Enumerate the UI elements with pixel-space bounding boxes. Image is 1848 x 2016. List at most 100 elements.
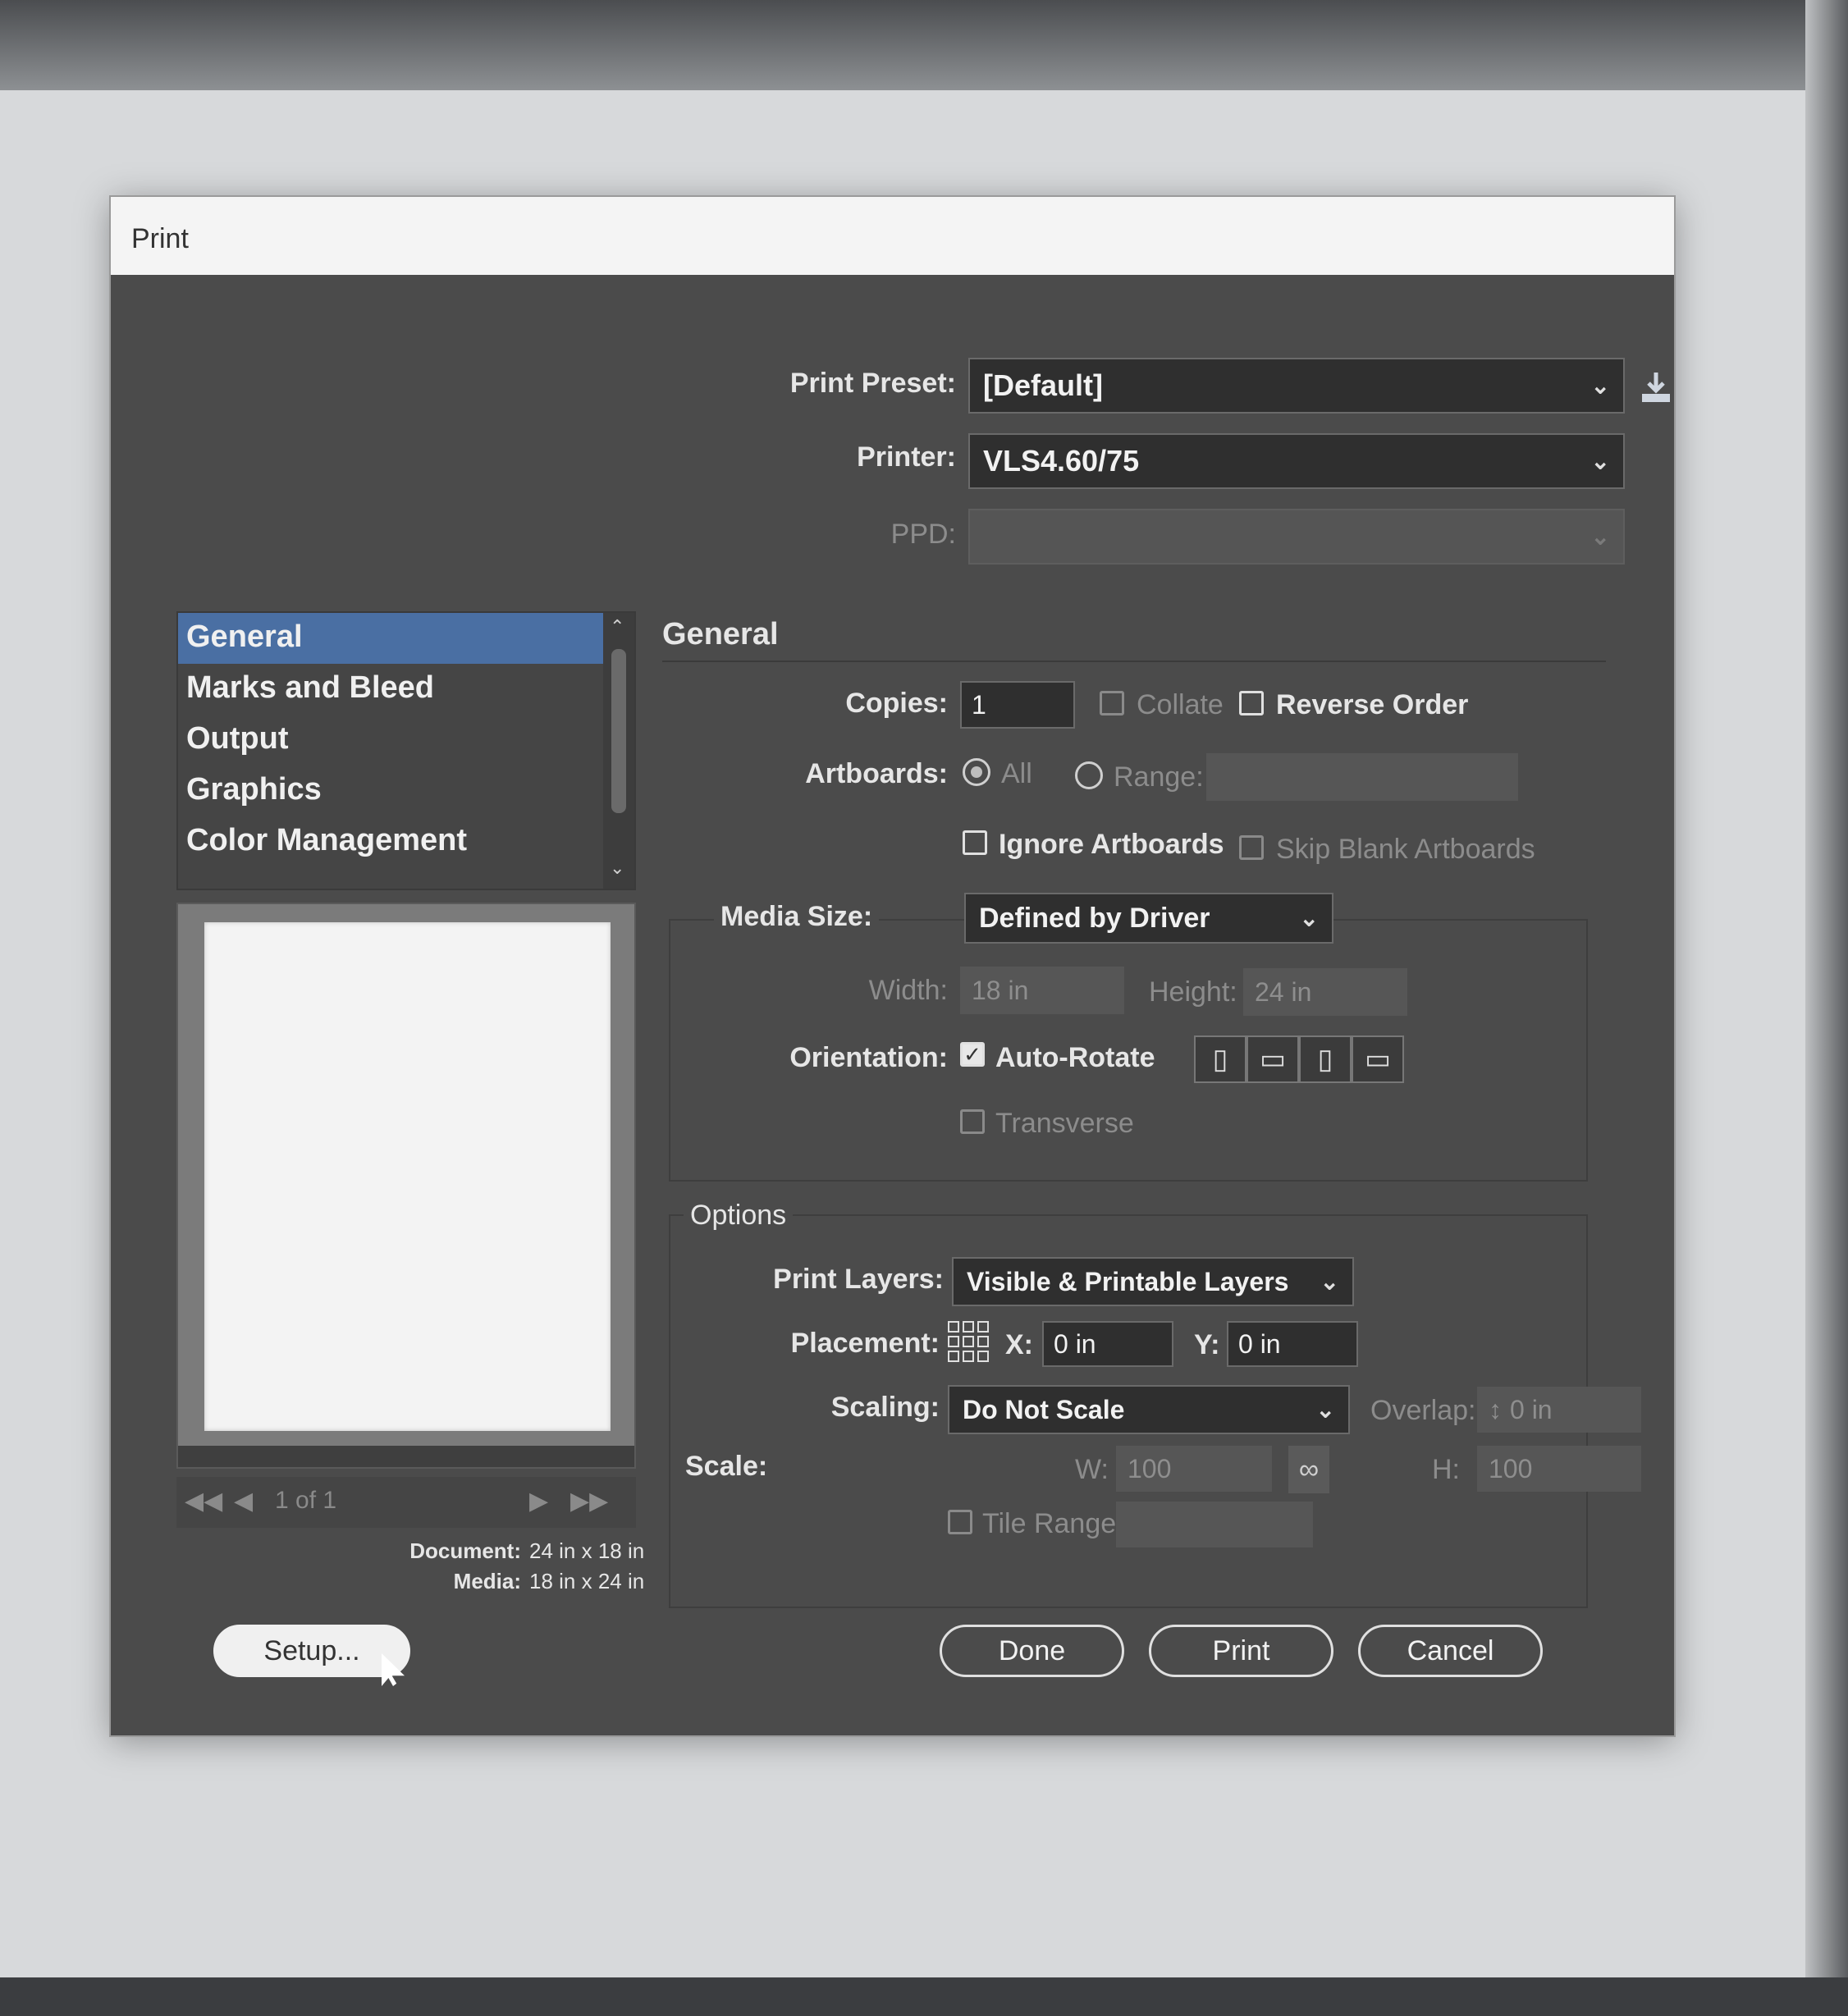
chevron-down-icon[interactable]: ⌄ xyxy=(610,857,624,879)
next-page-icon[interactable]: ▶ xyxy=(529,1487,548,1515)
reverse-order-label: Reverse Order xyxy=(1276,689,1469,720)
collate-checkbox[interactable] xyxy=(1100,691,1124,715)
category-scrollbar[interactable]: ⌃ ⌄ xyxy=(603,613,634,889)
setup-button[interactable]: Setup... xyxy=(213,1625,410,1677)
preview-pager: ◀◀ ◀ 1 of 1 ▶ ▶▶ xyxy=(176,1477,636,1528)
scrollbar-thumb[interactable] xyxy=(611,649,626,813)
scale-h-label: H: xyxy=(1432,1454,1460,1485)
page-indicator: 1 of 1 xyxy=(275,1487,337,1514)
skip-blank-artboards-label: Skip Blank Artboards xyxy=(1276,834,1535,865)
orientation-portrait-icon[interactable]: ▯ xyxy=(1194,1035,1246,1083)
transverse-checkbox[interactable] xyxy=(960,1109,985,1134)
print-button[interactable]: Print xyxy=(1149,1625,1333,1677)
height-input[interactable]: 24 in xyxy=(1243,968,1407,1016)
sidebar-item-graphics[interactable]: Graphics xyxy=(178,766,605,816)
y-label: Y: xyxy=(1194,1329,1220,1360)
print-preset-label: Print Preset: xyxy=(789,368,956,399)
previous-page-icon[interactable]: ◀ xyxy=(234,1487,253,1515)
y-input[interactable]: 0 in xyxy=(1227,1321,1358,1367)
media-size-label: Media Size: xyxy=(714,901,880,933)
copies-input[interactable]: 1 xyxy=(960,681,1075,729)
sidebar-item-general[interactable]: General xyxy=(178,613,605,664)
options-heading: Options xyxy=(684,1200,794,1232)
chevron-down-icon: ⌄ xyxy=(1299,905,1319,931)
chevron-up-icon[interactable]: ⌃ xyxy=(610,616,624,638)
cancel-button[interactable]: Cancel xyxy=(1358,1625,1543,1677)
chevron-down-icon: ⌄ xyxy=(1315,1397,1335,1423)
chevron-down-icon: ⌄ xyxy=(1590,448,1610,474)
height-label: Height: xyxy=(1149,976,1237,1008)
preview-paper[interactable] xyxy=(204,922,611,1431)
media-size-value: Defined by Driver xyxy=(979,902,1210,934)
preview-bezel xyxy=(178,904,634,1446)
ppd-select[interactable]: ⌄ xyxy=(968,509,1625,565)
monitor-bottom-edge xyxy=(0,1977,1848,2016)
collate-label: Collate xyxy=(1137,689,1224,720)
transverse-label: Transverse xyxy=(995,1108,1134,1139)
x-input[interactable]: 0 in xyxy=(1042,1321,1173,1367)
media-size-info-value: 18 in x 24 in xyxy=(529,1569,645,1593)
overlap-value: 0 in xyxy=(1510,1394,1553,1424)
orientation-flipped-landscape-icon[interactable]: ▭ xyxy=(1352,1035,1404,1083)
width-input[interactable]: 18 in xyxy=(960,967,1124,1014)
printer-select[interactable]: VLS4.60/75 ⌄ xyxy=(968,433,1625,489)
reverse-order-checkbox[interactable] xyxy=(1239,691,1264,715)
link-icon[interactable]: ∞ xyxy=(1288,1446,1329,1493)
scale-label: Scale: xyxy=(685,1451,768,1482)
scale-w-input[interactable]: 100 xyxy=(1116,1446,1272,1492)
artboards-all-radio[interactable] xyxy=(963,758,990,786)
print-layers-label: Print Layers: xyxy=(773,1264,944,1295)
print-dialog: Print Print Preset: [Default] ⌄ Printer:… xyxy=(111,197,1674,1735)
save-preset-icon[interactable] xyxy=(1639,369,1673,405)
tile-range-label: Tile Range: xyxy=(982,1508,1124,1539)
print-preset-value: [Default] xyxy=(983,368,1103,402)
scaling-label: Scaling: xyxy=(830,1392,940,1423)
scale-h-input[interactable]: 100 xyxy=(1477,1446,1641,1492)
placement-grid-icon[interactable] xyxy=(948,1321,989,1362)
stepper-icon[interactable]: ↕ xyxy=(1489,1395,1502,1425)
chevron-down-icon: ⌄ xyxy=(1320,1269,1339,1295)
artboards-range-radio[interactable] xyxy=(1075,761,1103,789)
ignore-artboards-label: Ignore Artboards xyxy=(999,829,1224,860)
sidebar-item-marks-and-bleed[interactable]: Marks and Bleed xyxy=(178,664,605,715)
overlap-label: Overlap: xyxy=(1370,1395,1476,1426)
skip-blank-artboards-checkbox[interactable] xyxy=(1239,835,1264,860)
done-button[interactable]: Done xyxy=(940,1625,1124,1677)
print-preset-select[interactable]: [Default] ⌄ xyxy=(968,358,1625,414)
printer-label: Printer: xyxy=(857,441,956,473)
orientation-flipped-portrait-icon[interactable]: ▯ xyxy=(1299,1035,1352,1083)
monitor-right-edge xyxy=(1805,0,1848,2016)
printer-value: VLS4.60/75 xyxy=(983,444,1140,478)
scaling-select[interactable]: Do Not Scale ⌄ xyxy=(948,1385,1350,1434)
print-preview xyxy=(176,903,636,1469)
auto-rotate-checkbox[interactable]: ✓ xyxy=(960,1042,985,1067)
general-divider xyxy=(662,661,1606,662)
media-size-info-label: Media: xyxy=(453,1569,521,1593)
orientation-landscape-icon[interactable]: ▭ xyxy=(1246,1035,1299,1083)
chevron-down-icon: ⌄ xyxy=(1590,523,1610,550)
media-size-select[interactable]: Defined by Driver ⌄ xyxy=(964,893,1333,944)
general-heading: General xyxy=(662,617,779,651)
last-page-icon[interactable]: ▶▶ xyxy=(570,1487,608,1515)
first-page-icon[interactable]: ◀◀ xyxy=(185,1487,222,1515)
width-label: Width: xyxy=(868,975,948,1006)
sidebar-item-color-management[interactable]: Color Management xyxy=(178,816,605,867)
sidebar-item-output[interactable]: Output xyxy=(178,715,605,766)
dialog-title: Print xyxy=(111,197,1674,275)
artboards-all-label: All xyxy=(1001,758,1032,789)
artboards-label: Artboards: xyxy=(805,758,948,789)
chevron-down-icon: ⌄ xyxy=(1590,373,1610,399)
document-size-value: 24 in x 18 in xyxy=(529,1538,645,1563)
category-list: General Marks and Bleed Output Graphics … xyxy=(176,611,636,890)
placement-label: Placement: xyxy=(790,1328,940,1359)
tile-range-input[interactable] xyxy=(1116,1502,1313,1547)
document-size-label: Document: xyxy=(409,1538,521,1563)
scaling-value: Do Not Scale xyxy=(963,1394,1125,1424)
print-layers-select[interactable]: Visible & Printable Layers ⌄ xyxy=(952,1257,1354,1306)
ignore-artboards-checkbox[interactable] xyxy=(963,830,987,855)
tile-range-checkbox[interactable] xyxy=(948,1510,972,1534)
scale-w-label: W: xyxy=(1075,1454,1109,1485)
print-layers-value: Visible & Printable Layers xyxy=(967,1266,1289,1296)
artboards-range-input[interactable] xyxy=(1206,753,1518,801)
overlap-input[interactable]: ↕ 0 in xyxy=(1477,1387,1641,1433)
